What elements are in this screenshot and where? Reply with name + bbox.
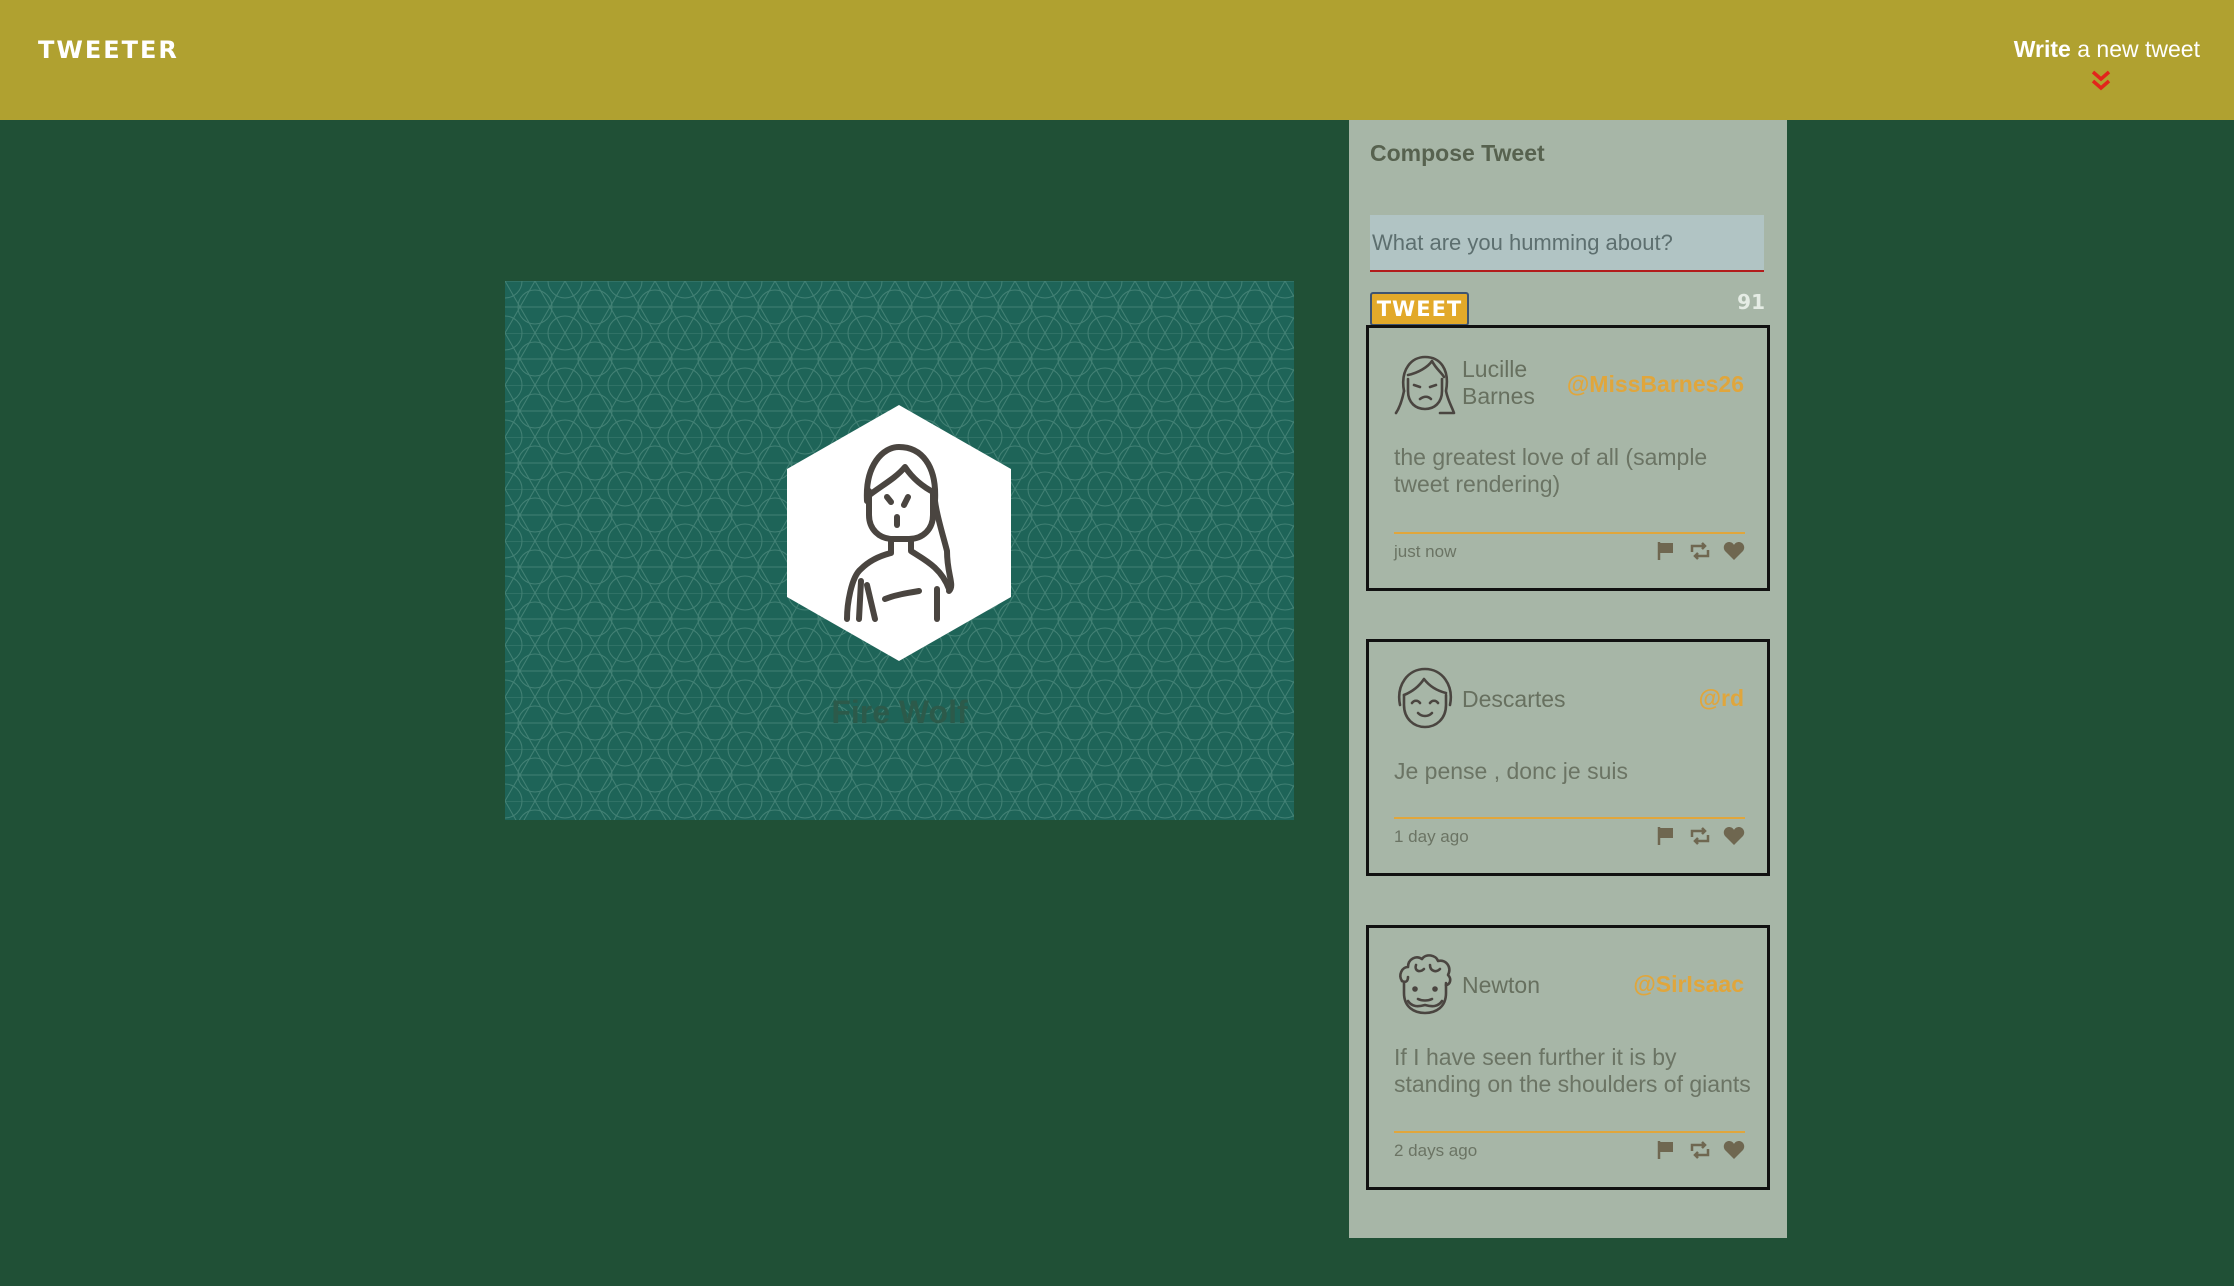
- flag-icon[interactable]: [1655, 1139, 1677, 1161]
- write-label-strong: Write: [2013, 36, 2071, 62]
- author-handle[interactable]: @SirIsaac: [1633, 971, 1744, 998]
- tweet-text-input[interactable]: [1370, 215, 1764, 272]
- tweet-card: Lucille Barnes @MissBarnes26 the greates…: [1366, 325, 1770, 591]
- flag-icon[interactable]: [1655, 540, 1677, 562]
- profile-name: Fire Wolf: [831, 694, 968, 730]
- tweet-actions: [1645, 1139, 1745, 1161]
- tweet-text: Je pense , donc je suis: [1394, 758, 1628, 784]
- tweet-actions: [1645, 540, 1745, 562]
- author-name: Lucille Barnes: [1462, 356, 1535, 409]
- tweet-time: just now: [1394, 542, 1457, 561]
- character-counter: 91: [1737, 290, 1765, 314]
- tweet-card: Newton @SirIsaac If I have seen further …: [1366, 925, 1770, 1190]
- heart-icon[interactable]: [1723, 540, 1745, 562]
- retweet-icon[interactable]: [1689, 825, 1711, 847]
- author-name: Descartes: [1462, 686, 1566, 712]
- author-name: Newton: [1462, 972, 1540, 998]
- curly-hair-man-avatar-icon[interactable]: [1394, 951, 1456, 1017]
- author-handle[interactable]: @rd: [1699, 685, 1744, 712]
- heart-icon[interactable]: [1723, 1139, 1745, 1161]
- smiling-man-avatar-icon[interactable]: [1394, 665, 1456, 731]
- compose-title: Compose Tweet: [1370, 140, 1545, 166]
- brand-logo[interactable]: TWEETER: [38, 36, 179, 64]
- author-handle[interactable]: @MissBarnes26: [1567, 371, 1744, 398]
- tweet-footer: just now: [1394, 532, 1745, 561]
- tweet-time: 2 days ago: [1394, 1141, 1478, 1160]
- retweet-icon[interactable]: [1689, 1139, 1711, 1161]
- navbar: TWEETER Write a new tweet: [0, 0, 2234, 120]
- tweet-actions: [1645, 825, 1745, 847]
- woman-avatar-icon[interactable]: [1394, 351, 1456, 417]
- write-new-tweet-label: Write a new tweet: [1960, 36, 2200, 63]
- tweet-button[interactable]: TWEET: [1370, 292, 1469, 326]
- tweet-time: 1 day ago: [1394, 827, 1469, 846]
- tweet-text: If I have seen further it is by standing…: [1394, 1044, 1751, 1097]
- tweet-card: Descartes @rd Je pense , donc je suis 1 …: [1366, 639, 1770, 876]
- retweet-icon[interactable]: [1689, 540, 1711, 562]
- tweet-footer: 2 days ago: [1394, 1131, 1745, 1160]
- heart-icon[interactable]: [1723, 825, 1745, 847]
- write-label-rest: a new tweet: [2070, 36, 2200, 62]
- compose-sidebar: Compose Tweet TWEET 91 Lucille Barnes @M…: [1349, 120, 1787, 1238]
- flag-icon[interactable]: [1655, 825, 1677, 847]
- tweet-text: the greatest love of all (sample tweet r…: [1394, 444, 1708, 497]
- double-chevron-down-icon: [2091, 70, 2111, 91]
- tweet-footer: 1 day ago: [1394, 817, 1745, 846]
- woman-long-hair-avatar-icon[interactable]: [787, 405, 1011, 661]
- profile-card: Fire Wolf: [505, 281, 1294, 820]
- write-new-tweet-toggle[interactable]: Write a new tweet: [1960, 36, 2200, 96]
